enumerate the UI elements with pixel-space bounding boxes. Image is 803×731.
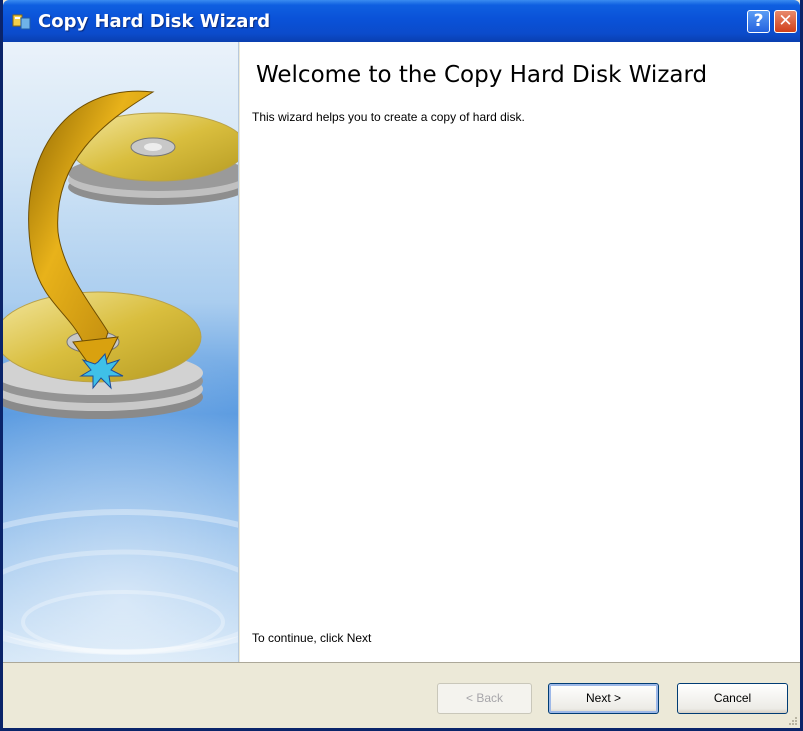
page-title: Welcome to the Copy Hard Disk Wizard: [256, 62, 708, 88]
wizard-window: Copy Hard Disk Wizard ? ✕ Welcome to the…: [0, 0, 803, 731]
close-button[interactable]: ✕: [774, 10, 797, 33]
back-button[interactable]: < Back: [437, 683, 532, 714]
disk-copy-illustration: [3, 42, 238, 662]
disk-wizard-icon: [12, 14, 31, 30]
help-button[interactable]: ?: [747, 10, 770, 33]
help-icon: ?: [753, 11, 764, 31]
close-icon: ✕: [778, 11, 793, 31]
next-button[interactable]: Next >: [548, 683, 659, 714]
title-bar[interactable]: Copy Hard Disk Wizard ? ✕: [3, 0, 800, 42]
window-title: Copy Hard Disk Wizard: [38, 11, 271, 32]
wizard-description: This wizard helps you to create a copy o…: [252, 110, 525, 124]
cancel-button[interactable]: Cancel: [677, 683, 788, 714]
wizard-sidebar: [3, 42, 239, 662]
wizard-content: Welcome to the Copy Hard Disk Wizard Thi…: [240, 42, 800, 662]
button-bar: < Back Next > Cancel: [3, 662, 800, 728]
resize-grip-icon[interactable]: [786, 714, 798, 726]
continue-hint: To continue, click Next: [252, 631, 372, 645]
